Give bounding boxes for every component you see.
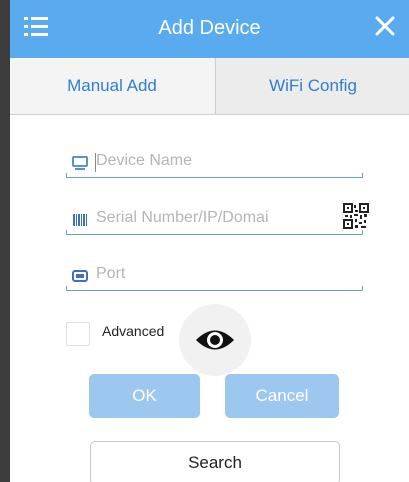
device-name-placeholder: Device Name (96, 152, 193, 169)
search-button[interactable]: Search (90, 441, 340, 482)
monitor-icon (72, 156, 88, 170)
tab-wifi-config[interactable]: WiFi Config (215, 58, 409, 114)
serial-number-underline (66, 230, 363, 235)
port-underline (66, 286, 363, 291)
eye-icon (196, 330, 234, 350)
add-device-screen: Add Device Manual Add WiFi Config Device… (10, 0, 409, 482)
serial-number-field[interactable]: Serial Number/IP/Domai (66, 203, 369, 235)
tab-bar: Manual Add WiFi Config (10, 58, 409, 115)
advanced-label: Advanced (102, 323, 165, 339)
header-bar: Add Device (10, 0, 409, 58)
cancel-button[interactable]: Cancel (225, 374, 339, 418)
qr-code-scan-icon[interactable] (343, 203, 369, 229)
show-password-toggle[interactable] (179, 304, 251, 376)
ok-button[interactable]: OK (89, 374, 200, 418)
device-name-field[interactable]: Device Name (66, 150, 363, 178)
port-placeholder: Port (96, 265, 126, 282)
advanced-checkbox[interactable] (66, 322, 90, 346)
port-field[interactable]: Port (66, 263, 363, 291)
device-name-underline (66, 173, 363, 178)
port-icon (72, 270, 88, 282)
serial-number-placeholder: Serial Number/IP/Domai (96, 209, 269, 226)
barcode-icon (73, 214, 87, 226)
tab-manual-add[interactable]: Manual Add (10, 58, 214, 114)
page-title: Add Device (158, 17, 261, 39)
close-icon[interactable] (373, 14, 397, 38)
